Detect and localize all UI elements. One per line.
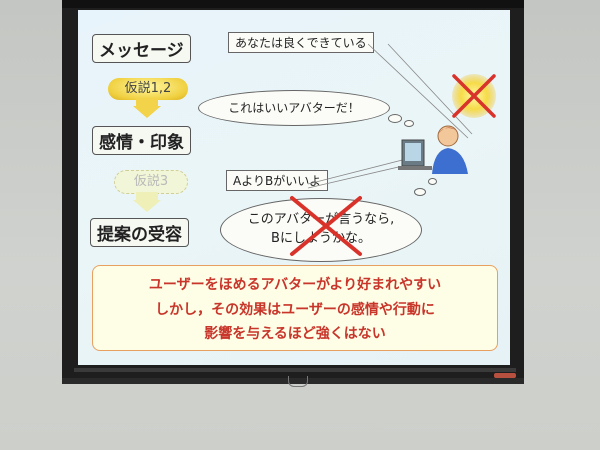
hypothesis-1-2-pill: 仮説1,2: [108, 78, 188, 100]
step-acceptance-label: 提案の受容: [90, 218, 189, 247]
screen-end-cap: [494, 373, 516, 378]
sun-icon: [452, 74, 496, 118]
step-emotion-label: 感情・印象: [92, 126, 191, 155]
projector-screen-top-bar: [62, 0, 524, 8]
step-message-label: メッセージ: [92, 34, 191, 63]
hypothesis-3-pill: 仮説3: [114, 170, 188, 194]
screen-bottom-bar: [74, 368, 516, 372]
thought-dot-4: [428, 178, 437, 185]
bubble-good-job: あなたは良くできている: [228, 32, 374, 53]
bubble-good-avatar: これはいいアバターだ！: [198, 90, 390, 126]
conclusion-line-1: ユーザーをほめるアバターがより好まれやすい: [148, 277, 442, 293]
presentation-slide: メッセージ 仮説1,2 感情・印象 仮説3 提案の受容 あなたは良くできている …: [78, 10, 510, 365]
conclusion-line-2: しかし，その効果はユーザーの感情や行動に: [155, 302, 435, 318]
cross-mark-icon: [290, 196, 362, 256]
person-at-computer-icon: [398, 125, 468, 174]
conclusion-box: ユーザーをほめるアバターがより好まれやすい しかし，その効果はユーザーの感情や行…: [92, 265, 498, 351]
conclusion-line-3: 影響を与えるほど強くはない: [204, 326, 386, 342]
thought-dot-3: [414, 188, 426, 196]
screen-pull-handle: [288, 376, 308, 387]
